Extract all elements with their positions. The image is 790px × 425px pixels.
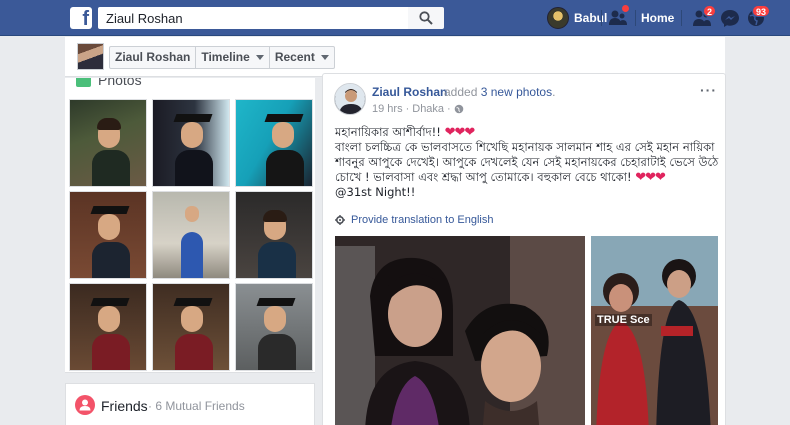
meta-separator: · xyxy=(405,103,410,115)
post-options-icon[interactable]: ··· xyxy=(700,82,717,98)
profile-thumbnail[interactable] xyxy=(77,43,104,70)
divider xyxy=(601,10,602,26)
timeline-post: Ziaul Roshan added 3 new photos. 19 hrs … xyxy=(322,73,726,425)
post-line-1: মহানায়িকার আশীর্বাদ!! xyxy=(335,125,441,139)
search-icon xyxy=(419,11,433,25)
photo-thumbnail[interactable] xyxy=(235,191,313,279)
hearts-emoji: ❤❤❤ xyxy=(635,170,666,185)
user-avatar[interactable] xyxy=(547,7,569,29)
friends-section: Friends · 6 Mutual Friends xyxy=(65,383,315,425)
photo-thumbnail[interactable] xyxy=(152,283,230,371)
translate-label: Provide translation to English xyxy=(351,214,494,226)
photo-thumbnail[interactable] xyxy=(152,99,230,187)
post-timestamp[interactable]: 19 hrs xyxy=(372,103,403,115)
profile-sub-navigation: Ziaul Roshan Timeline Recent xyxy=(65,37,725,77)
photos-icon xyxy=(76,78,91,87)
timeline-navigation-buttons: Ziaul Roshan Timeline Recent xyxy=(109,46,335,69)
post-line-3: @31st Night!! xyxy=(335,185,416,199)
messenger-icon[interactable] xyxy=(719,8,741,28)
post-photo-poster[interactable]: TRUE Sce xyxy=(591,236,718,425)
post-location[interactable]: Dhaka xyxy=(412,103,444,115)
timeline-dropdown[interactable]: Timeline xyxy=(196,47,270,68)
recent-label: Recent xyxy=(274,50,315,64)
photo-thumbnail[interactable] xyxy=(69,191,147,279)
recent-dropdown[interactable]: Recent xyxy=(270,47,334,68)
friends-title[interactable]: Friends xyxy=(101,398,148,414)
post-action-text: added 3 new photos. xyxy=(444,85,555,99)
divider xyxy=(635,10,636,26)
photo-thumbnail[interactable] xyxy=(235,283,313,371)
photo-thumbnail[interactable] xyxy=(69,99,147,187)
notifications-badge: 93 xyxy=(752,5,771,17)
post-photo-main[interactable] xyxy=(335,236,585,425)
friend-requests-badge: 2 xyxy=(703,5,717,17)
photos-title[interactable]: Photos xyxy=(98,78,142,88)
photos-section: Photos xyxy=(65,78,315,373)
photo-thumbnail[interactable] xyxy=(152,191,230,279)
profile-name-button[interactable]: Ziaul Roshan xyxy=(110,47,197,68)
post-author-name[interactable]: Ziaul Roshan xyxy=(372,85,447,99)
profile-name-label: Ziaul Roshan xyxy=(115,50,191,64)
divider xyxy=(681,10,682,26)
meta-separator: · xyxy=(447,103,451,115)
translate-link[interactable]: Provide translation to English xyxy=(335,214,493,226)
home-link[interactable]: Home xyxy=(641,11,674,25)
timeline-label: Timeline xyxy=(201,50,250,64)
top-navigation-bar: f Babul Home 2 93 xyxy=(0,0,790,36)
post-action-prefix: added xyxy=(444,85,478,99)
mutual-friends-count: · 6 Mutual Friends xyxy=(148,399,245,413)
facebook-logo[interactable]: f xyxy=(70,7,92,29)
chevron-down-icon xyxy=(255,55,264,60)
user-name-link[interactable]: Babul xyxy=(574,11,607,25)
new-activity-dot xyxy=(621,4,630,13)
new-photos-link[interactable]: 3 new photos xyxy=(481,85,552,99)
photo-thumbnail[interactable] xyxy=(69,283,147,371)
search-input[interactable] xyxy=(98,7,408,29)
photos-grid xyxy=(69,99,313,371)
photo-thumbnail[interactable] xyxy=(235,99,313,187)
post-meta: 19 hrs · Dhaka · xyxy=(372,103,464,115)
search-button[interactable] xyxy=(408,7,444,29)
poster-title-text: TRUE Sce xyxy=(595,314,652,326)
gear-icon xyxy=(335,215,345,225)
post-author-avatar[interactable] xyxy=(334,83,366,115)
post-message: মহানায়িকার আশীর্বাদ!! ❤❤❤ বাংলা চলচ্চিত… xyxy=(335,125,720,200)
chevron-down-icon xyxy=(320,55,329,60)
globe-icon[interactable] xyxy=(454,104,464,114)
hearts-emoji: ❤❤❤ xyxy=(444,125,476,140)
post-action-suffix: . xyxy=(552,85,556,99)
friends-icon xyxy=(75,395,95,415)
